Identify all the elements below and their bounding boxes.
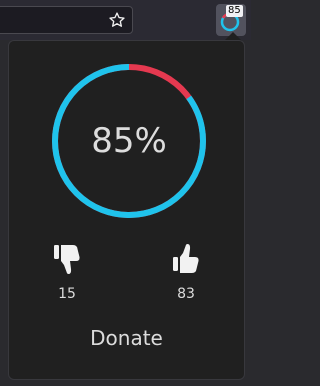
extension-badge: 85 xyxy=(226,5,243,17)
star-icon[interactable] xyxy=(108,11,126,29)
thumbs-up-icon[interactable] xyxy=(172,241,200,275)
thumbs-down-icon[interactable] xyxy=(53,243,81,277)
browser-toolbar: 85 xyxy=(0,0,251,40)
donate-link[interactable]: Donate xyxy=(9,326,244,350)
like-count: 83 xyxy=(177,286,195,302)
score-percent: 85% xyxy=(91,121,167,161)
dislike-count: 15 xyxy=(58,286,76,302)
ratings-popup: 85% 15 83 Donate xyxy=(8,40,245,380)
url-bar[interactable] xyxy=(0,6,133,34)
